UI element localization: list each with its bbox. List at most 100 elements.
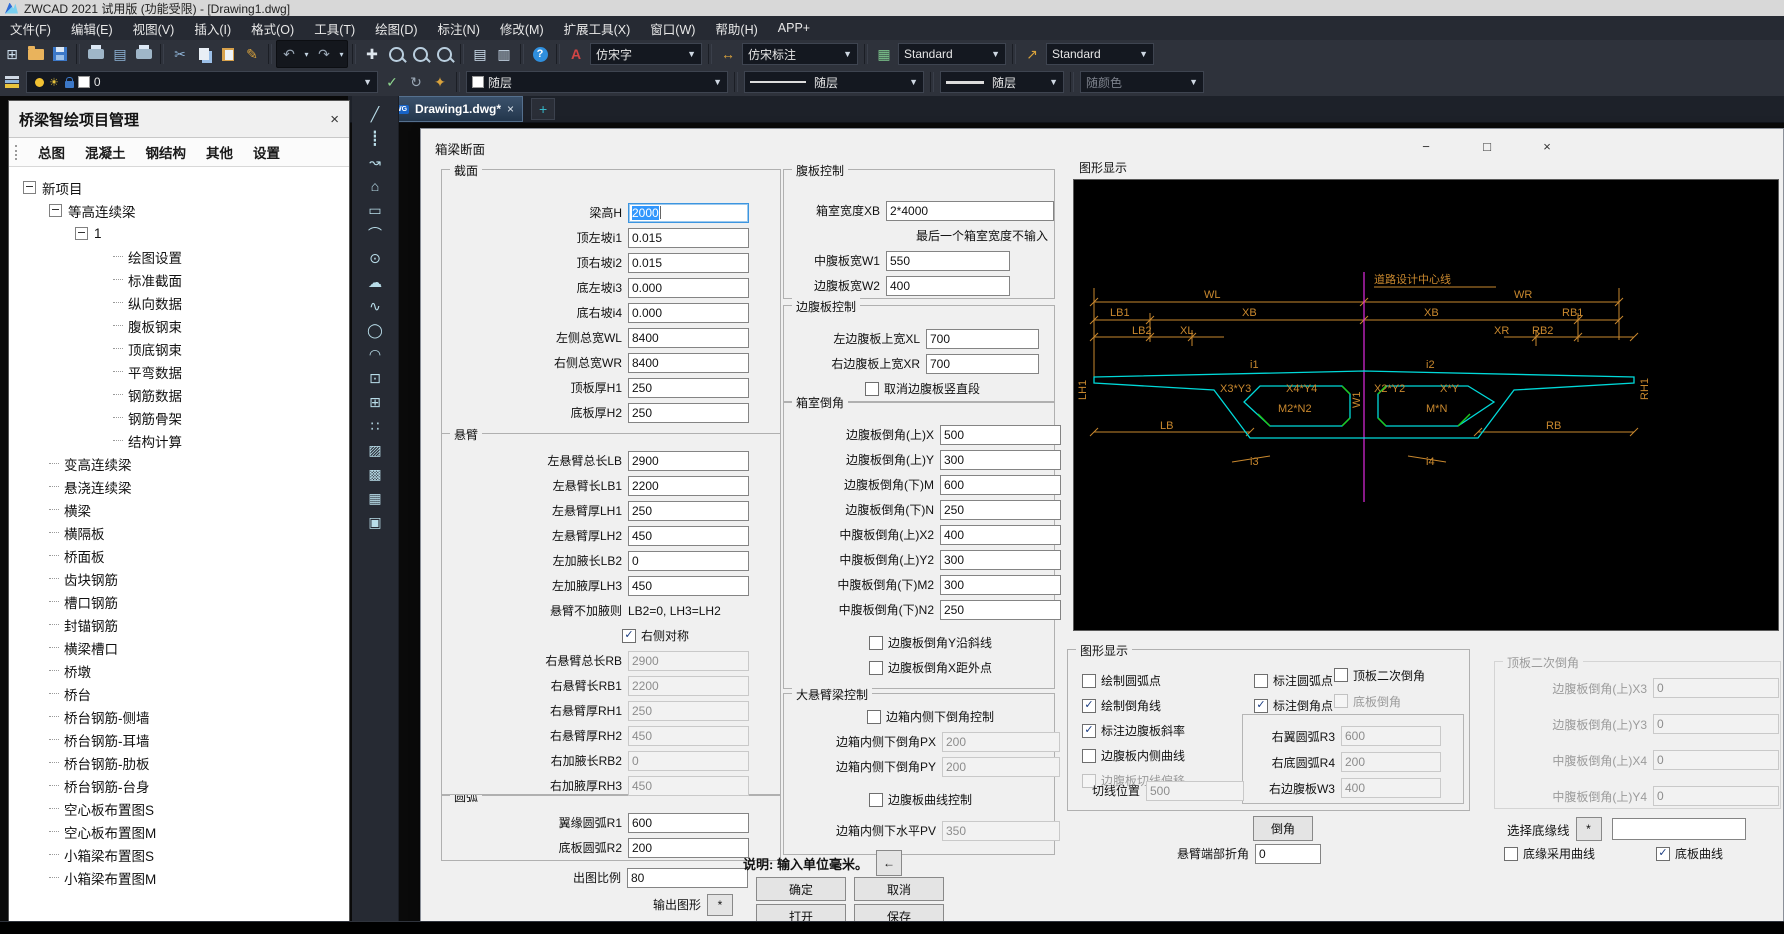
text-input[interactable]: 300 bbox=[940, 575, 1061, 595]
text-input[interactable]: 200 bbox=[628, 838, 749, 858]
palette-tab-4[interactable]: 设置 bbox=[243, 142, 290, 162]
text-input[interactable]: 2*4000 bbox=[886, 201, 1054, 221]
tree-item[interactable]: 结构计算 bbox=[9, 429, 349, 452]
checkbox[interactable] bbox=[865, 382, 879, 396]
point-icon[interactable]: ∷ bbox=[363, 414, 387, 438]
undo-dropdown-icon[interactable]: ▾ bbox=[301, 42, 312, 66]
chevron-down-icon[interactable]: ▼ bbox=[1133, 49, 1148, 59]
dim-style-combo[interactable]: 仿宋标注▼ bbox=[742, 43, 858, 65]
tree-item[interactable]: 绘图设置 bbox=[9, 245, 349, 268]
preview-canvas[interactable]: 道路设计中心线WLWRLB1XBXBRB1LB2XLXRRB2i1i2W1X3*… bbox=[1073, 179, 1779, 631]
text-input[interactable]: 250 bbox=[940, 500, 1061, 520]
line-icon[interactable]: ╱ bbox=[363, 102, 387, 126]
tree-item[interactable]: 平弯数据 bbox=[9, 360, 349, 383]
layer-manager-icon[interactable] bbox=[0, 70, 24, 94]
tree-item[interactable]: 桥面板 bbox=[9, 544, 349, 567]
checkbox[interactable]: ✓ bbox=[622, 629, 636, 643]
layer-lock-icon[interactable] bbox=[65, 81, 74, 88]
text-style-icon[interactable]: A bbox=[564, 42, 588, 66]
table-style-icon[interactable]: ▦ bbox=[872, 42, 896, 66]
text-input[interactable]: 300 bbox=[940, 450, 1061, 470]
text-input[interactable]: 250 bbox=[628, 378, 749, 398]
text-input[interactable]: 0.000 bbox=[628, 303, 749, 323]
text-input[interactable]: 250 bbox=[628, 403, 749, 423]
layer-color-swatch[interactable] bbox=[78, 76, 90, 88]
pan-icon[interactable]: ✚ bbox=[360, 42, 384, 66]
insert-block-icon[interactable]: ⊡ bbox=[363, 366, 387, 390]
lineweight-combo[interactable]: 随层 ▼ bbox=[940, 71, 1064, 93]
palette-tab-3[interactable]: 其他 bbox=[196, 142, 243, 162]
tree-item[interactable]: 槽口钢筋 bbox=[9, 590, 349, 613]
document-tab[interactable]: DWG Drawing1.dwg* × bbox=[379, 96, 523, 122]
properties-palette-icon[interactable]: ▤ bbox=[468, 42, 492, 66]
tree-item[interactable]: 顶底钢束 bbox=[9, 337, 349, 360]
tree-item[interactable]: 桥台钢筋-台身 bbox=[9, 774, 349, 797]
redo-dropdown-icon[interactable]: ▾ bbox=[336, 42, 347, 66]
text-input[interactable]: 500 bbox=[940, 425, 1061, 445]
chamfer-button[interactable]: 倒角 bbox=[1253, 816, 1313, 841]
match-properties-icon[interactable]: ✎ bbox=[240, 42, 264, 66]
tree-item[interactable]: 桥台钢筋-肋板 bbox=[9, 751, 349, 774]
gradient-icon[interactable]: ▩ bbox=[363, 462, 387, 486]
text-input[interactable]: 700 bbox=[926, 354, 1039, 374]
tree-item[interactable]: 新项目 bbox=[9, 176, 349, 199]
bottom-edge-input[interactable] bbox=[1612, 818, 1746, 840]
menu-item-1[interactable]: 编辑(E) bbox=[61, 16, 123, 40]
tree-item[interactable]: 纵向数据 bbox=[9, 291, 349, 314]
polyline-icon[interactable]: ↝ bbox=[363, 150, 387, 174]
entity-style-combo[interactable]: Standard▼ bbox=[1046, 43, 1154, 65]
tree-item[interactable]: 小箱梁布置图S bbox=[9, 843, 349, 866]
text-input[interactable]: 0 bbox=[1255, 844, 1321, 864]
ellipse-icon[interactable]: ◯ bbox=[363, 318, 387, 342]
text-input[interactable]: 600 bbox=[940, 475, 1061, 495]
checkbox[interactable]: ✓ bbox=[1082, 724, 1096, 738]
tree-item[interactable]: 桥台钢筋-耳墙 bbox=[9, 728, 349, 751]
chevron-down-icon[interactable]: ▼ bbox=[985, 49, 1000, 59]
tree-item[interactable]: 封锚钢筋 bbox=[9, 613, 349, 636]
text-input[interactable]: 0 bbox=[628, 551, 749, 571]
save-icon[interactable] bbox=[48, 42, 72, 66]
menu-item-11[interactable]: 帮助(H) bbox=[705, 16, 767, 40]
menu-item-5[interactable]: 工具(T) bbox=[304, 16, 365, 40]
tree-item[interactable]: 空心板布置图M bbox=[9, 820, 349, 843]
menu-item-4[interactable]: 格式(O) bbox=[241, 16, 304, 40]
text-input[interactable]: 400 bbox=[886, 276, 1010, 296]
text-input[interactable]: 400 bbox=[940, 525, 1061, 545]
help-icon[interactable]: ? bbox=[528, 42, 552, 66]
layer-states-icon[interactable]: ✦ bbox=[428, 70, 452, 94]
plot-icon[interactable] bbox=[132, 42, 156, 66]
tree-item[interactable]: 悬浇连续梁 bbox=[9, 475, 349, 498]
rectangle-icon[interactable]: ▭ bbox=[363, 198, 387, 222]
text-input[interactable]: 2000 bbox=[628, 203, 749, 223]
text-input[interactable]: 2200 bbox=[628, 476, 749, 496]
collapse-icon[interactable] bbox=[23, 181, 36, 194]
text-input[interactable]: 250 bbox=[940, 600, 1061, 620]
polygon-icon[interactable]: ⌂ bbox=[363, 174, 387, 198]
checkbox[interactable]: ✓ bbox=[1656, 847, 1670, 861]
tree-item[interactable]: 空心板布置图S bbox=[9, 797, 349, 820]
revision-cloud-icon[interactable]: ☁ bbox=[363, 270, 387, 294]
checkbox[interactable] bbox=[1334, 668, 1348, 682]
zoom-realtime-icon[interactable] bbox=[384, 42, 408, 66]
chevron-down-icon[interactable]: ▼ bbox=[837, 49, 852, 59]
menu-item-10[interactable]: 窗口(W) bbox=[640, 16, 705, 40]
tree-item[interactable]: 腹板钢束 bbox=[9, 314, 349, 337]
ellipse-arc-icon[interactable]: ◠ bbox=[363, 342, 387, 366]
menu-item-2[interactable]: 视图(V) bbox=[123, 16, 185, 40]
text-input[interactable]: 0.015 bbox=[628, 228, 749, 248]
copy-icon[interactable] bbox=[192, 42, 216, 66]
tree-item[interactable]: 钢筋骨架 bbox=[9, 406, 349, 429]
layer-combo[interactable]: ☀ 0 ▼ bbox=[26, 71, 378, 93]
palette-close-icon[interactable]: × bbox=[330, 111, 339, 128]
checkbox[interactable]: ✓ bbox=[1254, 699, 1268, 713]
chevron-down-icon[interactable]: ▼ bbox=[707, 77, 722, 87]
chevron-down-icon[interactable]: ▼ bbox=[1043, 77, 1058, 87]
close-icon[interactable]: × bbox=[1530, 135, 1564, 157]
table-style-combo[interactable]: Standard▼ bbox=[898, 43, 1006, 65]
palette-tab-2[interactable]: 钢结构 bbox=[136, 142, 197, 162]
text-input[interactable]: 0.015 bbox=[628, 253, 749, 273]
arc-icon[interactable]: ⌒ bbox=[363, 222, 387, 246]
tree-item[interactable]: 横隔板 bbox=[9, 521, 349, 544]
tree-item[interactable]: 横梁 bbox=[9, 498, 349, 521]
tool-palette-icon[interactable]: ▥ bbox=[492, 42, 516, 66]
